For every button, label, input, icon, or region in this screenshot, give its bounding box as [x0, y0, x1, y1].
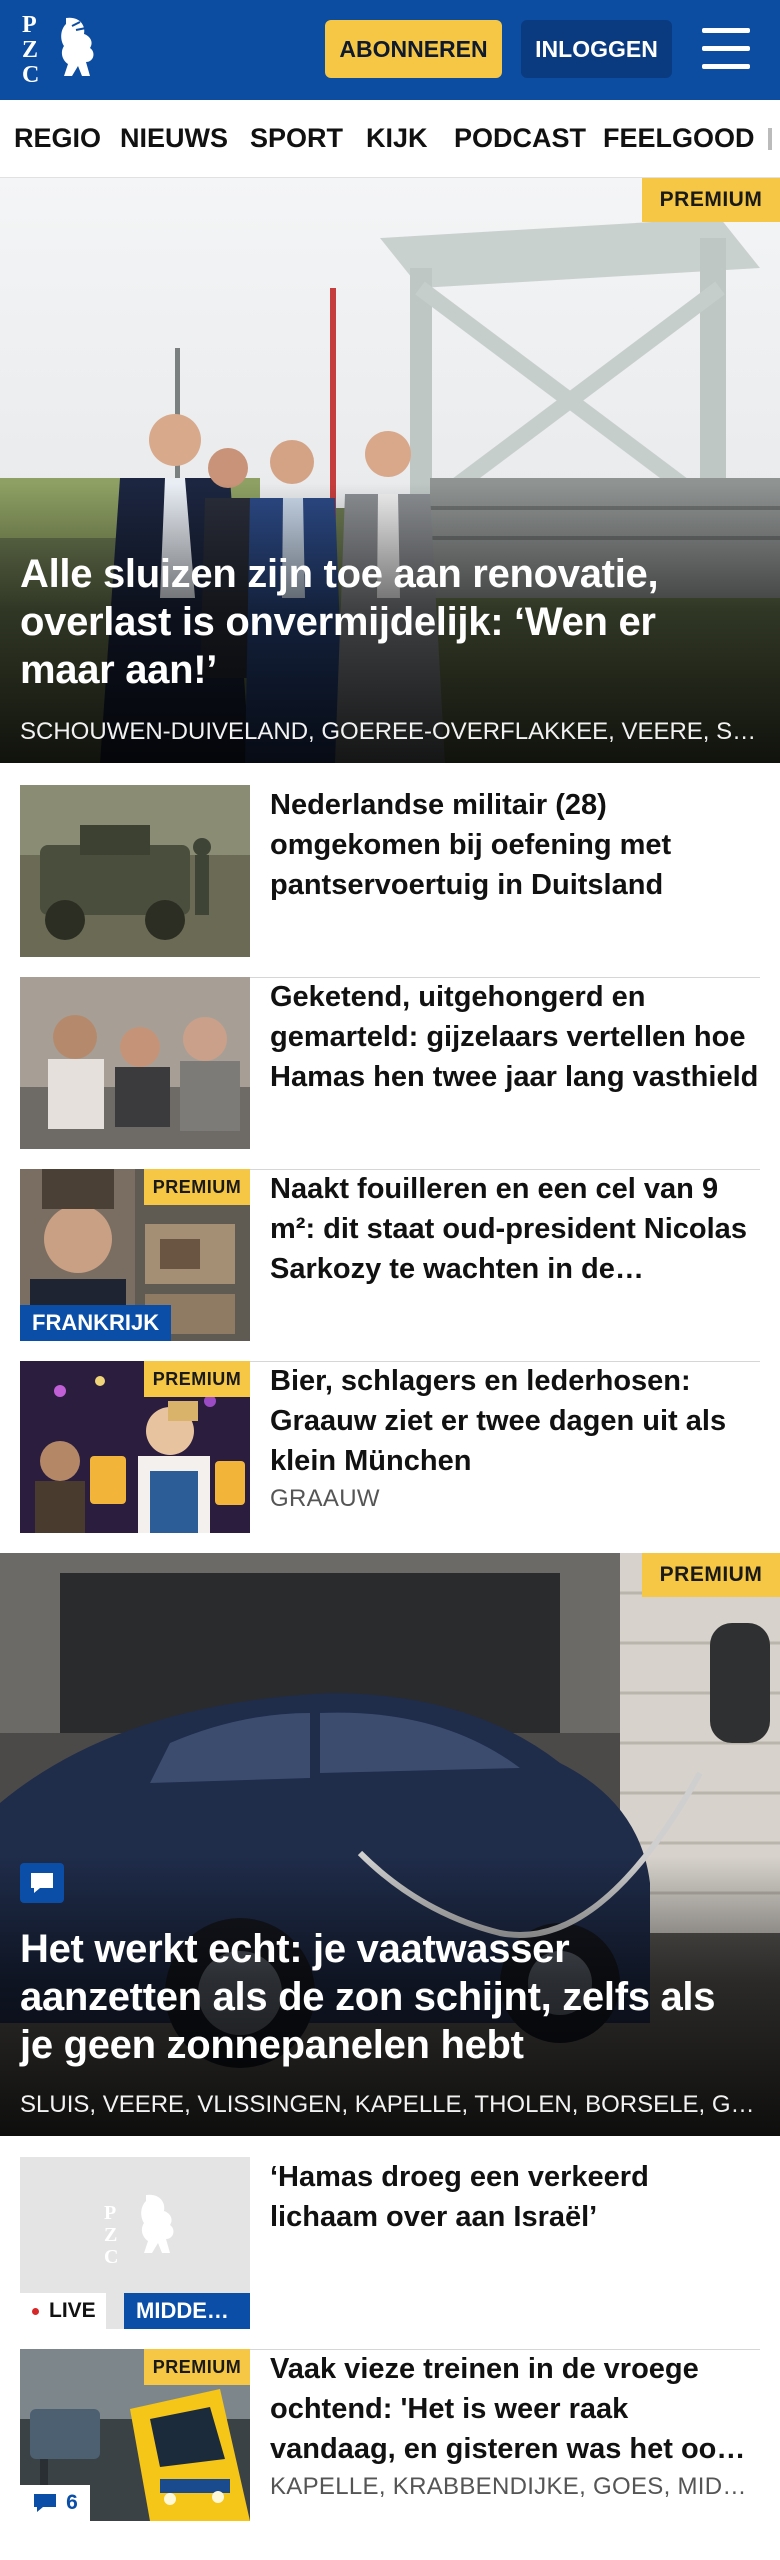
comment-icon: [34, 2494, 57, 2512]
hero-title[interactable]: Alle sluizen zijn toe aan renovatie, ove…: [20, 550, 756, 694]
hostages-image: [20, 977, 250, 1149]
live-indicator: LIVE: [20, 2293, 106, 2329]
hero-title[interactable]: Het werkt echt: je vaatwasser aanzetten …: [20, 1925, 756, 2069]
premium-badge: PREMIUM: [144, 1361, 250, 1397]
comment-icon[interactable]: [20, 1863, 64, 1903]
article-thumbnail: PREMIUM: [20, 1361, 250, 1533]
logo-letter-p: P: [22, 12, 37, 38]
nav-overflow-hint: [768, 128, 772, 150]
pzc-logo[interactable]: P Z C: [20, 10, 112, 90]
nav-item-podcast[interactable]: PODCAST: [454, 100, 586, 177]
list-item[interactable]: Nederlandse militair (28) omgekomen bij …: [20, 785, 760, 978]
article-title[interactable]: ‘Hamas droeg een verkeerd lichaam over a…: [270, 2157, 760, 2237]
hero-article-sluizen[interactable]: PREMIUM Alle sluizen zijn toe aan renova…: [0, 178, 780, 763]
menu-icon[interactable]: [698, 24, 754, 74]
article-title[interactable]: Vaak vieze treinen in de vroege ochtend:…: [270, 2349, 760, 2469]
speech-bubble-icon: [31, 1873, 53, 1893]
article-thumbnail: [20, 785, 250, 957]
article-title[interactable]: Bier, schlagers en lederhosen: Graauw zi…: [270, 1361, 760, 1481]
menu-line: [702, 28, 750, 33]
premium-badge: PREMIUM: [144, 1169, 250, 1205]
article-title[interactable]: Nederlandse militair (28) omgekomen bij …: [270, 785, 760, 905]
list-item[interactable]: PREMIUM Bier, schlagers en lederhosen: G…: [20, 1361, 760, 1554]
comment-count[interactable]: 6: [20, 2485, 90, 2521]
live-dot-icon: [32, 2307, 39, 2315]
login-button[interactable]: INLOGGEN: [521, 20, 672, 78]
article-title[interactable]: Naakt fouilleren en een cel van 9 m²: di…: [270, 1169, 760, 1289]
hero-article-vaatwasser[interactable]: PREMIUM Het werkt echt: je vaatwasser aa…: [0, 1553, 780, 2136]
category-tag[interactable]: MIDDEN-OOSTEN: [124, 2293, 250, 2329]
article-thumbnail: P Z C LIVE MIDDEN-OOSTEN: [20, 2157, 250, 2329]
subscribe-button[interactable]: ABONNEREN: [325, 20, 502, 78]
nav-item-sport[interactable]: SPORT: [250, 100, 343, 177]
article-title[interactable]: Geketend, uitgehongerd en gemarteld: gij…: [270, 977, 760, 1097]
list-item[interactable]: PREMIUM 6 Vaak vieze treinen in de vroeg…: [20, 2349, 760, 2541]
list-item[interactable]: PREMIUM FRANKRIJK Naakt fouilleren en ee…: [20, 1169, 760, 1362]
premium-badge: PREMIUM: [642, 178, 780, 222]
article-location: KAPELLE, KRABBENDIJKE, GOES, MIDDELBURG: [270, 2473, 760, 2500]
menu-line: [702, 64, 750, 69]
list-item[interactable]: P Z C LIVE MIDDEN-OOSTEN ‘Hamas droeg ee…: [20, 2157, 760, 2350]
svg-text:Z: Z: [104, 2224, 117, 2246]
svg-text:C: C: [104, 2246, 118, 2268]
menu-line: [702, 46, 750, 51]
comment-count-value: 6: [66, 2491, 78, 2514]
premium-badge: PREMIUM: [642, 1553, 780, 1597]
nav-item-feelgood[interactable]: FEELGOOD: [603, 100, 755, 177]
article-thumbnail: [20, 977, 250, 1149]
category-tag[interactable]: FRANKRIJK: [20, 1305, 172, 1341]
article-thumbnail: PREMIUM 6: [20, 2349, 250, 2521]
svg-text:P: P: [104, 2202, 116, 2224]
nav-item-regio[interactable]: REGIO: [14, 100, 101, 177]
military-image: [20, 785, 250, 957]
hero-locations: SCHOUWEN-DUIVELAND, GOEREE-OVERFLAKKEE, …: [20, 718, 760, 745]
nav-item-kijk[interactable]: KIJK: [366, 100, 428, 177]
nav-item-nieuws[interactable]: NIEUWS: [120, 100, 228, 177]
section-nav: REGIO NIEUWS SPORT KIJK PODCAST FEELGOOD: [0, 100, 780, 178]
live-label: LIVE: [49, 2299, 96, 2322]
article-location: GRAAUW: [270, 1485, 380, 1512]
logo-letter-z: Z: [22, 37, 39, 63]
premium-badge: PREMIUM: [144, 2349, 250, 2385]
top-bar: P Z C ABONNEREN INLOGGEN: [0, 0, 780, 100]
list-item[interactable]: Geketend, uitgehongerd en gemarteld: gij…: [20, 977, 760, 1170]
article-thumbnail: PREMIUM FRANKRIJK: [20, 1169, 250, 1341]
logo-letter-c: C: [22, 62, 40, 88]
hero-locations: SLUIS, VEERE, VLISSINGEN, KAPELLE, THOLE…: [20, 2091, 760, 2118]
